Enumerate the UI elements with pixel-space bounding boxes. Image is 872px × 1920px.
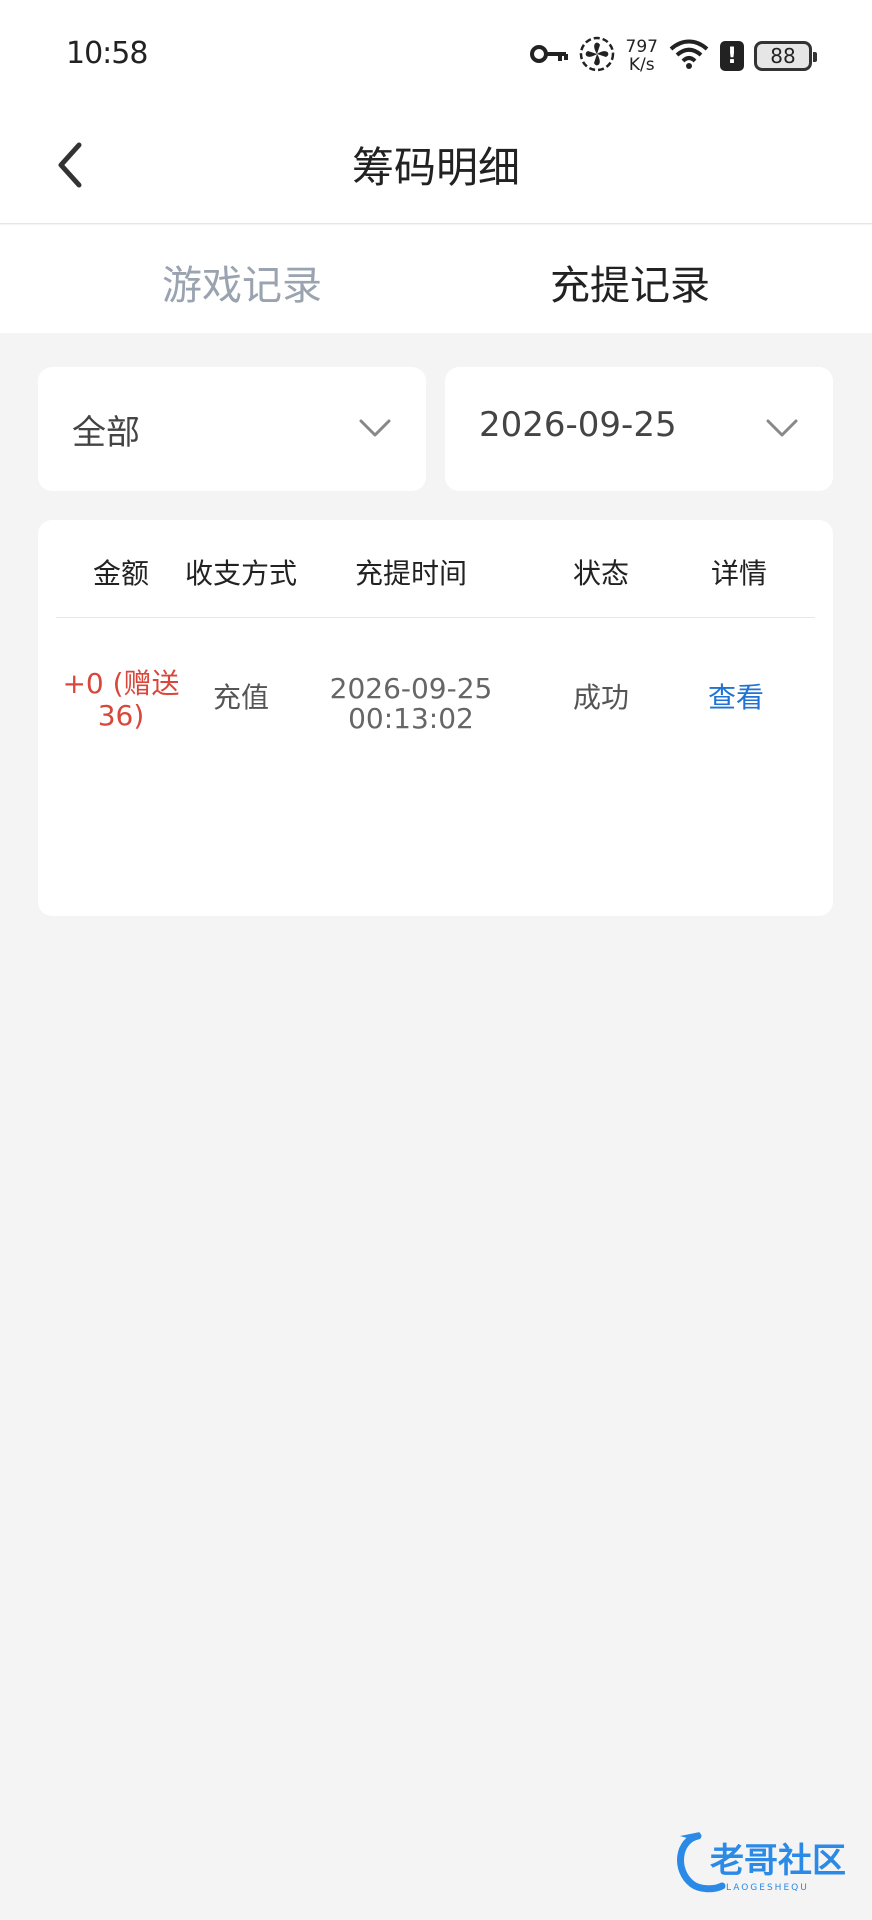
view-detail-link[interactable]: 查看 xyxy=(686,682,786,714)
column-header-amount: 金额 xyxy=(92,557,149,590)
watermark-text: 老哥社区 xyxy=(710,1841,846,1881)
row-date: 2026-09-25 xyxy=(329,672,493,705)
battery-level: 88 xyxy=(770,44,796,68)
column-header-time: 充提时间 xyxy=(354,557,467,590)
net-speed-value: 797 xyxy=(625,37,658,57)
battery-icon: 88 xyxy=(754,41,817,71)
fan-icon xyxy=(578,35,616,77)
nav-bar: 筹码明细 xyxy=(0,108,872,224)
row-status: 成功 xyxy=(572,681,629,714)
row-method: 充值 xyxy=(212,681,269,714)
status-bar: 10:58 797 K/s ! 88 xyxy=(0,0,872,108)
row-amount-line1: +0 (赠送 xyxy=(62,667,180,700)
wifi-icon xyxy=(668,37,710,75)
table-header: 金额 收支方式 充提时间 状态 详情 xyxy=(56,520,815,618)
date-filter-value: 2026-09-25 xyxy=(479,405,677,445)
chevron-down-icon xyxy=(359,419,391,437)
status-time: 10:58 xyxy=(66,36,148,71)
alert-icon: ! xyxy=(720,41,744,71)
watermark-subtext: LAOGESHEQU xyxy=(726,1883,809,1893)
watermark-logo: 老哥社区 LAOGESHEQU xyxy=(670,1828,860,1898)
row-clock: 00:13:02 xyxy=(348,702,474,735)
type-filter-value: 全部 xyxy=(72,413,140,453)
key-icon xyxy=(529,42,568,70)
column-header-status: 状态 xyxy=(572,557,629,590)
date-filter-dropdown[interactable]: 2026-09-25 xyxy=(445,367,833,491)
table-row: +0 (赠送 36) 充值 2026-09-25 00:13:02 成功 查看 xyxy=(56,618,815,748)
status-icons: 797 K/s ! 88 xyxy=(529,34,817,78)
records-card: 金额 收支方式 充提时间 状态 详情 +0 (赠送 36) 充值 2026-09… xyxy=(38,520,833,916)
tab-bar: 游戏记录 充提记录 xyxy=(0,225,872,333)
column-header-method: 收支方式 xyxy=(184,557,297,590)
tab-game-records[interactable]: 游戏记录 xyxy=(92,253,392,311)
row-amount-line2: 36) xyxy=(97,699,145,732)
net-speed-unit: K/s xyxy=(628,55,655,75)
type-filter-dropdown[interactable]: 全部 xyxy=(38,367,426,491)
net-speed: 797 K/s xyxy=(626,38,658,74)
row-amount: +0 (赠送 36) xyxy=(56,668,186,732)
chevron-down-icon xyxy=(766,419,798,437)
row-time: 2026-09-25 00:13:02 xyxy=(316,674,506,734)
tab-deposit-withdraw-records[interactable]: 充提记录 xyxy=(480,253,780,311)
page-title: 筹码明细 xyxy=(351,143,520,192)
column-header-detail: 详情 xyxy=(710,557,767,590)
